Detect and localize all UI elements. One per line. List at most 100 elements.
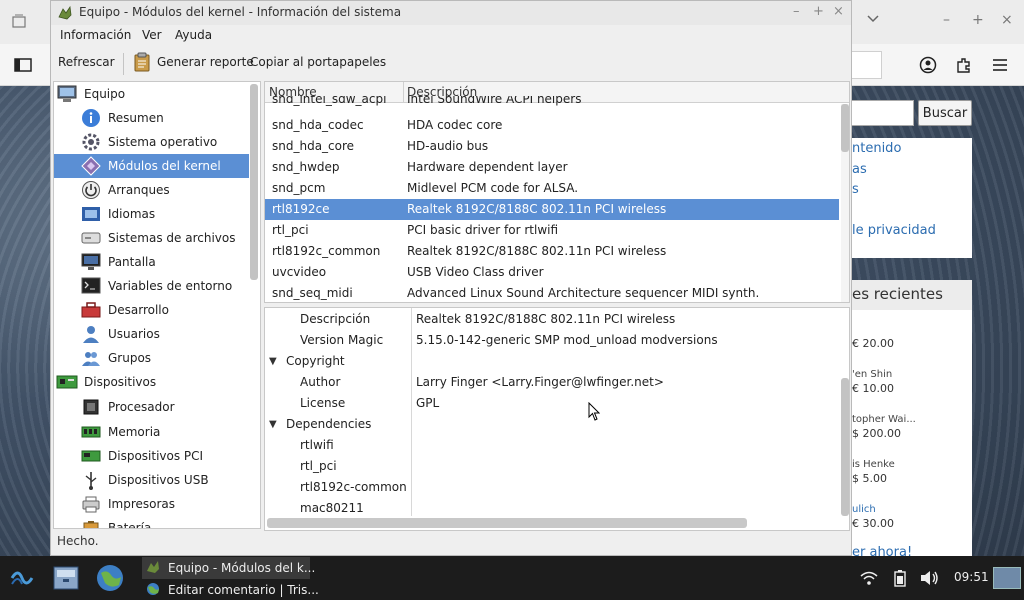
window-titlebar: Equipo - Módulos del kernel - Informació… <box>51 1 851 25</box>
table-row[interactable]: uvcvideo USB Video Class driver <box>265 262 839 283</box>
details-horizontal-scrollbar[interactable] <box>267 518 747 528</box>
web-search-input[interactable] <box>852 100 914 126</box>
module-icon <box>80 156 102 176</box>
toolbar-separator <box>123 53 124 75</box>
table-row[interactable]: snd_intel_sdw_acpi Intel SoundWire ACPI … <box>265 96 839 110</box>
menu-ayuda[interactable]: Ayuda <box>175 28 212 42</box>
web-browser-icon[interactable] <box>95 563 125 596</box>
module-name: rtl_pci <box>272 223 309 237</box>
module-description: Midlevel PCM code for ALSA. <box>407 181 579 195</box>
module-name: snd_pcm <box>272 181 326 195</box>
sidebar-item-pantalla[interactable]: Pantalla <box>54 250 249 274</box>
toolbar: Refrescar Generar reporte Copiar al port… <box>51 47 851 79</box>
list-scrollbar[interactable] <box>841 104 849 152</box>
sidebar-item-impresoras[interactable]: Impresoras <box>54 492 249 516</box>
web-link[interactable]: ntenido <box>852 141 901 156</box>
url-bar[interactable] <box>852 51 882 79</box>
maximize-icon[interactable]: + <box>972 12 984 28</box>
table-row[interactable]: snd_hda_core HD-audio bus <box>265 136 839 157</box>
donor-amount: € 10.00 <box>852 382 894 395</box>
menu-informacion[interactable]: Información <box>60 28 131 42</box>
sidebar-item-dispositivos-pci[interactable]: Dispositivos PCI <box>54 444 249 468</box>
sidebar-item-dispositivos-usb[interactable]: Dispositivos USB <box>54 468 249 492</box>
sidebar-scrollbar[interactable] <box>250 84 258 280</box>
sidebar-item-label: Sistema operativo <box>108 135 218 149</box>
table-row[interactable]: snd_pcm Midlevel PCM code for ALSA. <box>265 178 839 199</box>
sidebar-item-label: Grupos <box>108 351 152 365</box>
minimize-icon[interactable]: – <box>793 4 800 19</box>
sidebar-item-memoria[interactable]: Memoria <box>54 420 249 444</box>
sidebar-item-label: Idiomas <box>108 207 156 221</box>
module-description: HDA codec core <box>407 118 503 132</box>
wifi-icon[interactable] <box>859 568 879 588</box>
donor-amount: € 30.00 <box>852 517 894 530</box>
taskbar-task-sysinfo[interactable]: Equipo - Módulos del k... <box>142 557 315 579</box>
pci-icon <box>80 446 102 466</box>
sidebar-item-dispositivos[interactable]: Dispositivos <box>54 370 249 394</box>
table-row[interactable]: snd_hda_codec HDA codec core <box>265 115 839 136</box>
table-row[interactable]: snd_hwdep Hardware dependent layer <box>265 157 839 178</box>
group-icon <box>80 348 102 368</box>
detail-key: Descripción <box>300 312 371 326</box>
sidebar-item-modulos-kernel[interactable]: Módulos del kernel <box>54 154 249 178</box>
sidebar-item-arranques[interactable]: Arranques <box>54 178 249 202</box>
sidebar-item-equipo[interactable]: Equipo <box>54 82 249 106</box>
table-row[interactable]: snd_seq_midi Advanced Linux Sound Archit… <box>265 283 839 302</box>
maximize-icon[interactable]: + <box>813 4 824 19</box>
sidebar-item-sistemas-archivos[interactable]: Sistemas de archivos <box>54 226 249 250</box>
web-link[interactable]: as <box>852 162 867 177</box>
extensions-icon[interactable] <box>953 54 975 76</box>
detail-value: Realtek 8192C/8188C 802.11n PCI wireless <box>416 312 676 326</box>
menu-icon[interactable] <box>989 54 1011 76</box>
terminal-icon <box>80 276 102 296</box>
expander-triangle-icon[interactable]: ▼ <box>269 356 277 367</box>
sidebar-item-usuarios[interactable]: Usuarios <box>54 322 249 346</box>
sidebar-item-label: Desarrollo <box>108 303 169 317</box>
taskbar-task-browser[interactable]: Editar comentario | Tris... <box>142 579 319 600</box>
drive-icon <box>80 228 102 248</box>
report-icon[interactable] <box>133 52 151 75</box>
tab-list-icon[interactable] <box>12 14 26 32</box>
generate-report-button[interactable]: Generar reporte <box>157 55 254 69</box>
sidebar-item-grupos[interactable]: Grupos <box>54 346 249 370</box>
chevron-down-icon[interactable] <box>866 12 880 30</box>
sidebar-item-resumen[interactable]: Resumen <box>54 106 249 130</box>
sidebar-item-idiomas[interactable]: Idiomas <box>54 202 249 226</box>
sidebar-toggle-icon[interactable] <box>12 54 34 76</box>
table-row[interactable]: rtl_pci PCI basic driver for rtlwifi <box>265 220 839 241</box>
file-manager-icon[interactable] <box>52 564 80 595</box>
start-menu-icon[interactable] <box>8 564 36 595</box>
sidebar-item-desarrollo[interactable]: Desarrollo <box>54 298 249 322</box>
refresh-button[interactable]: Refrescar <box>58 55 115 69</box>
minimize-icon[interactable]: – <box>943 12 950 28</box>
detail-value: 5.15.0-142-generic SMP mod_unload modver… <box>416 333 718 347</box>
expander-triangle-icon[interactable]: ▼ <box>269 419 277 430</box>
sidebar-item-bateria[interactable]: Batería <box>54 516 249 528</box>
battery-icon[interactable] <box>890 568 910 588</box>
sidebar-item-label: Arranques <box>108 183 170 197</box>
details-vertical-scrollbar[interactable] <box>841 378 849 516</box>
sidebar-item-label: Pantalla <box>108 255 156 269</box>
sidebar-item-procesador[interactable]: Procesador <box>54 395 249 419</box>
cpu-icon <box>80 397 102 417</box>
account-icon[interactable] <box>917 54 939 76</box>
copy-clipboard-button[interactable]: Copiar al portapapeles <box>250 55 386 69</box>
menu-ver[interactable]: Ver <box>142 28 162 42</box>
donor-name: is Henke <box>852 459 895 470</box>
close-icon[interactable]: × <box>833 4 844 19</box>
detail-value: GPL <box>416 396 440 410</box>
close-icon[interactable]: × <box>1001 12 1013 28</box>
show-desktop-button[interactable] <box>993 567 1021 589</box>
sidebar-item-sistema-operativo[interactable]: Sistema operativo <box>54 130 249 154</box>
table-row[interactable]: rtl8192c_common Realtek 8192C/8188C 802.… <box>265 241 839 262</box>
sidebar-item-variables-entorno[interactable]: Variables de entorno <box>54 274 249 298</box>
window-title: Equipo - Módulos del kernel - Informació… <box>79 5 402 19</box>
detail-key: License <box>300 396 346 410</box>
table-row-selected[interactable]: rtl8192ce Realtek 8192C/8188C 802.11n PC… <box>265 199 839 220</box>
detail-key: rtlwifi <box>300 438 334 452</box>
web-link[interactable]: le privacidad <box>852 223 936 238</box>
web-search-button[interactable]: Buscar <box>918 100 972 126</box>
module-name: snd_hda_codec <box>272 118 364 132</box>
web-link[interactable]: s <box>852 182 859 197</box>
volume-icon[interactable] <box>920 568 940 588</box>
